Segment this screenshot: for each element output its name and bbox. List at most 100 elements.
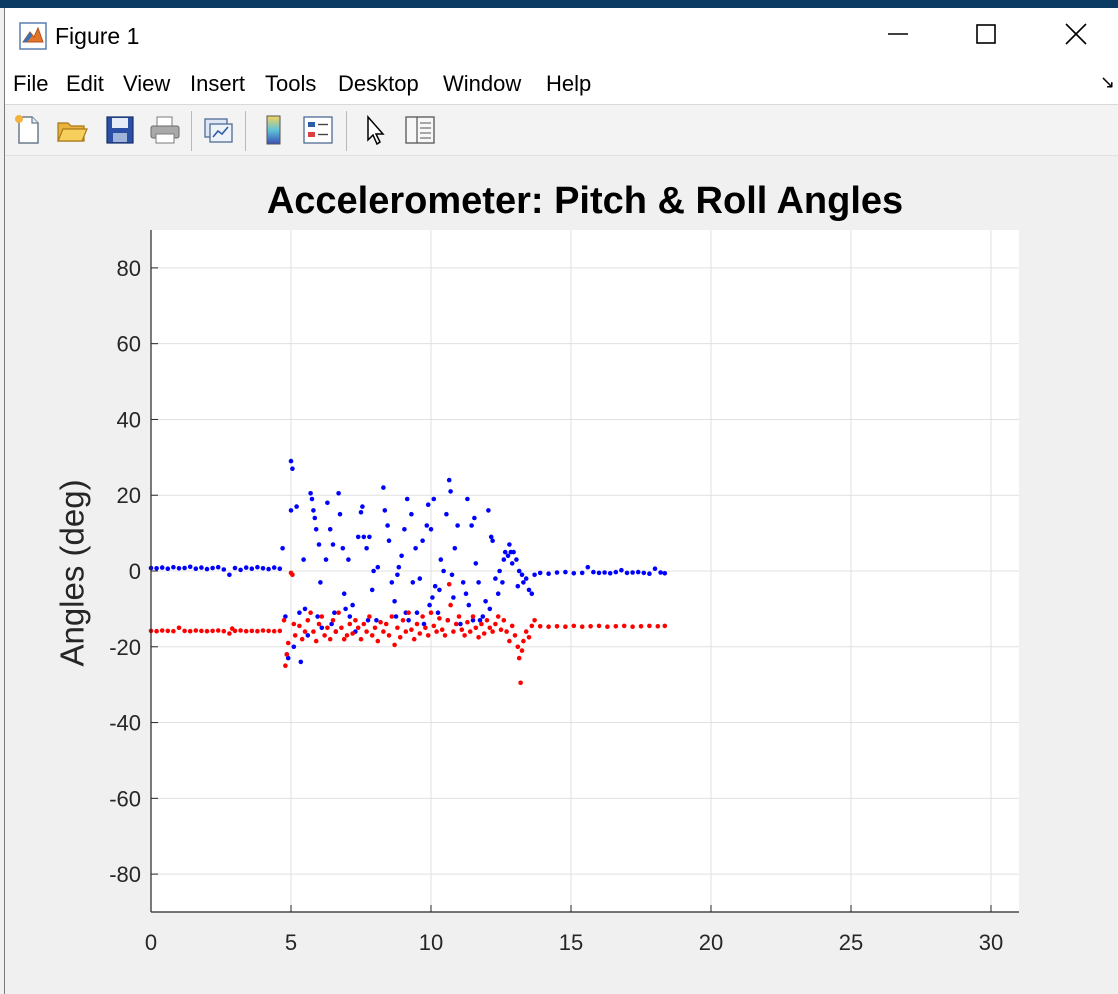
roll-point	[372, 625, 378, 631]
close-icon	[1065, 23, 1087, 45]
save-icon[interactable]	[103, 113, 137, 147]
pitch-point	[417, 576, 423, 581]
pitch-point	[473, 561, 479, 566]
roll-point	[187, 628, 193, 634]
pitch-point	[438, 557, 444, 562]
roll-point	[171, 628, 176, 634]
x-tick-label: 25	[839, 930, 863, 955]
roll-point	[579, 624, 585, 629]
pitch-point	[635, 569, 641, 575]
open-file-icon[interactable]	[55, 113, 89, 147]
title-bar[interactable]: Figure 1	[5, 8, 1118, 60]
roll-point	[516, 655, 522, 661]
new-figure-icon[interactable]	[11, 113, 45, 147]
menu-view[interactable]: View	[123, 71, 170, 97]
pitch-point	[516, 568, 522, 574]
figure-canvas[interactable]: 0 5 10 15 20 25 30 -80 -60 -40 -20 0 20 40 60 80 Accele…	[5, 156, 1118, 994]
toolbar-separator	[191, 111, 192, 151]
pitch-point	[428, 527, 434, 532]
pitch-point	[507, 542, 512, 547]
roll-point	[465, 619, 470, 625]
pitch-point	[458, 621, 463, 627]
roll-point	[238, 628, 243, 633]
pitch-point	[312, 515, 318, 521]
y-tick-label: 60	[117, 332, 141, 357]
roll-point	[655, 624, 661, 629]
insert-legend-icon[interactable]	[301, 113, 335, 147]
maximize-button[interactable]	[941, 8, 1031, 60]
pitch-point	[455, 523, 460, 528]
chart-svg[interactable]: 0 5 10 15 20 25 30 -80 -60 -40 -20 0 20 40 60 80 Accele…	[5, 156, 1118, 994]
pitch-point	[280, 546, 285, 551]
dock-arrow-icon[interactable]: ↘	[1100, 72, 1115, 93]
pitch-point	[375, 564, 381, 570]
x-tick-label: 15	[559, 930, 583, 955]
pitch-point	[243, 565, 249, 570]
roll-point	[439, 627, 445, 632]
menu-help[interactable]: Help	[546, 71, 591, 97]
menu-desktop[interactable]: Desktop	[338, 71, 419, 97]
pitch-point	[607, 571, 613, 576]
roll-point	[456, 614, 462, 619]
link-plot-icon[interactable]	[201, 113, 235, 147]
roll-point	[473, 625, 479, 631]
figure-window: Figure 1 File Edit View Insert Tools Des…	[4, 8, 1118, 994]
roll-point	[277, 628, 283, 634]
x-tick-label: 0	[145, 930, 157, 955]
roll-point	[428, 610, 434, 615]
roll-point	[355, 625, 361, 631]
property-inspector-icon[interactable]	[403, 113, 437, 147]
x-tick-label: 30	[979, 930, 1003, 955]
roll-point	[350, 631, 355, 636]
roll-point	[467, 629, 473, 634]
pitch-point	[449, 572, 455, 578]
pitch-point	[323, 557, 329, 562]
roll-point	[327, 636, 333, 642]
menu-insert[interactable]: Insert	[190, 71, 245, 97]
roll-point	[182, 628, 187, 634]
menu-window[interactable]: Window	[443, 71, 521, 97]
pitch-point	[613, 569, 619, 575]
roll-point	[193, 628, 199, 633]
pitch-point	[420, 538, 425, 543]
pitch-point	[619, 567, 624, 573]
pitch-point	[406, 618, 411, 623]
y-tick-label: -40	[109, 711, 141, 736]
roll-point	[285, 640, 291, 646]
roll-point	[255, 628, 260, 634]
pitch-point	[537, 570, 543, 576]
menu-tools[interactable]: Tools	[265, 71, 316, 97]
insert-colorbar-icon[interactable]	[257, 113, 291, 147]
pitch-point	[427, 602, 432, 608]
pitch-point	[472, 515, 477, 521]
roll-point	[316, 621, 322, 627]
edit-plot-arrow-icon[interactable]	[359, 113, 393, 147]
roll-point	[434, 629, 439, 634]
pitch-point	[404, 496, 410, 502]
roll-point	[487, 625, 493, 631]
pitch-point	[313, 527, 319, 532]
roll-point	[204, 628, 210, 634]
roll-point	[308, 610, 313, 615]
print-icon[interactable]	[148, 113, 182, 147]
menu-edit[interactable]: Edit	[66, 71, 104, 97]
minimize-button[interactable]	[853, 8, 943, 60]
pitch-point	[430, 595, 435, 600]
pitch-point	[358, 510, 364, 515]
roll-point	[546, 624, 551, 629]
roll-point	[364, 629, 369, 634]
pitch-point	[266, 566, 271, 572]
close-button[interactable]	[1031, 8, 1118, 60]
pitch-point	[395, 572, 400, 578]
pitch-point	[332, 610, 337, 615]
roll-point	[389, 614, 395, 619]
menu-file[interactable]: File	[13, 71, 48, 97]
pitch-point	[425, 502, 431, 508]
roll-point	[386, 633, 392, 638]
pitch-point	[624, 570, 630, 576]
pitch-point	[288, 508, 294, 513]
pitch-point	[591, 569, 596, 575]
roll-point	[353, 618, 358, 623]
roll-point	[588, 624, 593, 629]
maximize-icon	[976, 24, 996, 44]
